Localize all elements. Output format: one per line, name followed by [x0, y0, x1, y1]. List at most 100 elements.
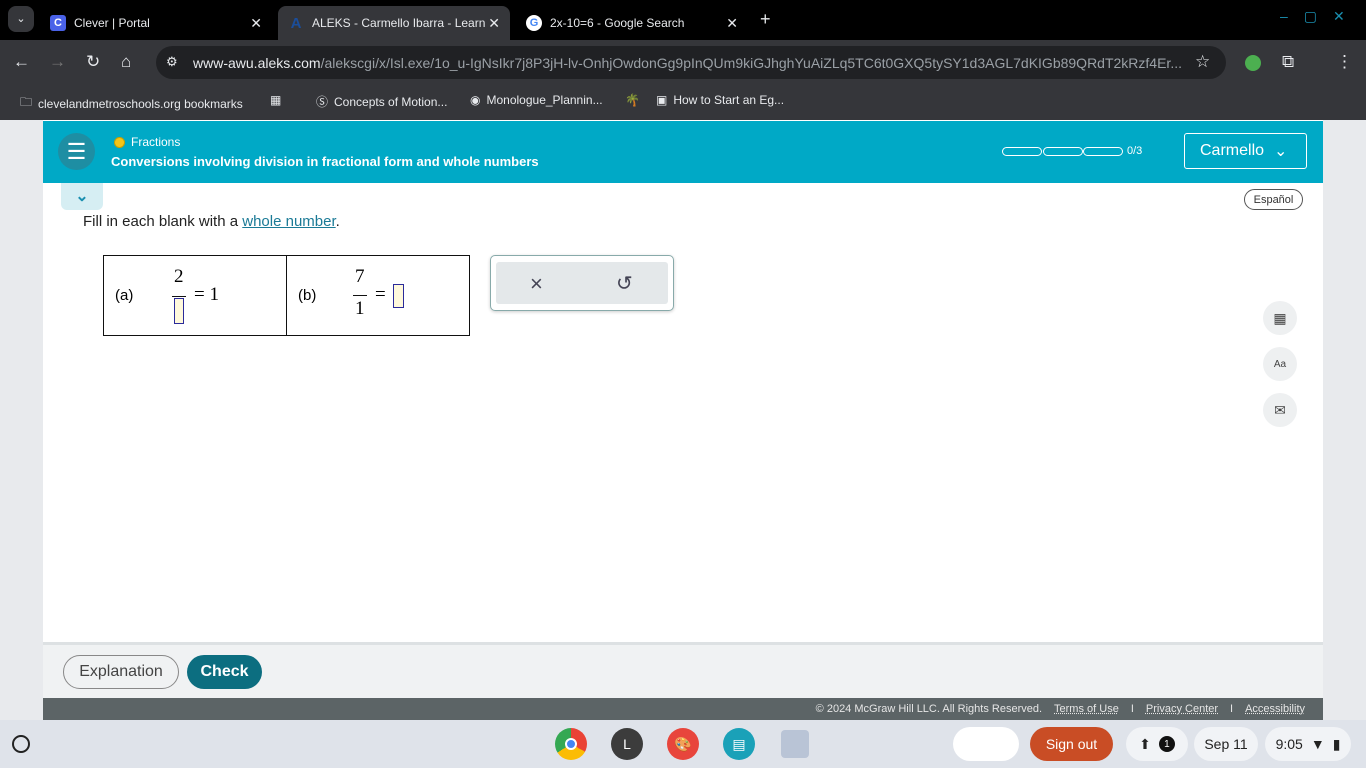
bookmark-folder[interactable]: 🗀 clevelandmetroschools.org bookmarks — [20, 93, 243, 114]
tote-thumbnails[interactable] — [953, 727, 1019, 761]
forward-icon[interactable]: → — [49, 52, 66, 72]
user-name: Carmello — [1200, 142, 1265, 159]
launcher-icon[interactable] — [12, 735, 30, 753]
problem-b: (b) 7 1 = — [286, 256, 469, 335]
site-info-icon[interactable]: ⚙ — [166, 54, 178, 70]
home-icon[interactable]: ⌂ — [121, 52, 131, 72]
app-cube-icon[interactable] — [781, 730, 809, 758]
chevron-down-icon: ⌄ — [1274, 143, 1288, 160]
bookmark-monologue[interactable]: ◉ Monologue_Plannin... — [470, 93, 603, 107]
classroom-icon[interactable]: ▤ — [723, 728, 755, 760]
topic-name: Fractions — [131, 135, 181, 149]
progress-segment — [1083, 147, 1123, 156]
paint-icon[interactable]: 🎨 — [667, 728, 699, 760]
bookmark-how-to[interactable]: ▣ How to Start an Eg... — [656, 93, 784, 107]
instruction: Fill in each blank with a whole number. — [83, 213, 340, 230]
bookmark-concepts[interactable]: Ⓢ Concepts of Motion... — [316, 93, 447, 110]
tab-title: Clever | Portal — [74, 16, 150, 30]
extensions-puzzle-icon[interactable]: ⧉ — [1282, 52, 1294, 72]
more-menu-icon[interactable]: ⋮ — [1336, 52, 1353, 72]
equation-rhs: = — [375, 284, 386, 305]
new-tab-button[interactable]: + — [760, 9, 771, 30]
aleks-icon: A — [290, 14, 302, 32]
s-icon: Ⓢ — [316, 95, 329, 109]
clever-icon: C — [50, 15, 66, 31]
close-tab-icon[interactable]: ✕ — [726, 15, 738, 32]
dictionary-icon[interactable]: Aa — [1263, 347, 1297, 381]
bookmark-label: Monologue_Plannin... — [486, 93, 603, 107]
back-icon[interactable]: ← — [13, 52, 30, 72]
apps-icon[interactable]: ▦ — [270, 93, 281, 107]
equation-rhs: = 1 — [194, 284, 219, 305]
undo-button[interactable]: ↺ — [616, 271, 633, 296]
clock: 9:05 — [1275, 736, 1303, 752]
tab-search-button[interactable]: ⌄ — [8, 6, 34, 32]
fraction-bar — [172, 296, 186, 297]
address-bar[interactable]: www-awu.aleks.com/alekscgi/x/Isl.exe/1o_… — [156, 46, 1226, 79]
privacy-link[interactable]: Privacy Center — [1146, 703, 1218, 715]
hamburger-menu-button[interactable]: ☰ — [58, 133, 95, 170]
explanation-button[interactable]: Explanation — [63, 655, 179, 689]
bookmark-star-icon[interactable]: ☆ — [1195, 52, 1210, 72]
problem-a: (a) 2 = 1 — [104, 256, 286, 335]
tab-title: ALEKS - Carmello Ibarra - Learn — [312, 16, 486, 30]
chrome-icon[interactable] — [555, 728, 587, 760]
folder-icon: 🗀 — [20, 95, 33, 109]
url-path: /alekscgi/x/Isl.exe/1o_u-IgNsIkr7j8P3jH-… — [320, 54, 1182, 71]
wifi-icon: ▼ — [1310, 736, 1325, 752]
bookmark-label: clevelandmetroschools.org bookmarks — [38, 96, 243, 111]
aleks-app — [43, 120, 1323, 720]
date-pill[interactable]: Sep 11 — [1194, 727, 1258, 761]
bookmark-label: Concepts of Motion... — [334, 94, 448, 109]
progress-segment — [1002, 147, 1042, 156]
clear-button[interactable]: × — [530, 271, 543, 297]
numerator: 7 — [355, 266, 365, 287]
upload-icon: ⬆ — [1139, 735, 1151, 752]
notifications-pill[interactable]: ⬆ 1 — [1126, 727, 1188, 761]
user-menu-button[interactable]: Carmello ⌄ — [1184, 133, 1307, 169]
tab-aleks[interactable]: A ALEKS - Carmello Ibarra - Learn ✕ — [278, 6, 510, 40]
check-button[interactable]: Check — [187, 655, 262, 689]
sign-out-button[interactable]: Sign out — [1030, 727, 1113, 761]
separator: I — [1130, 703, 1134, 715]
instruction-suffix: . — [335, 213, 340, 230]
status-tray[interactable]: 9:05 ▼ ▮ — [1265, 727, 1351, 761]
problem-label: (b) — [298, 287, 317, 304]
close-tab-icon[interactable]: ✕ — [488, 15, 500, 32]
reload-icon[interactable]: ↻ — [86, 52, 100, 72]
calculator-icon[interactable]: ▦ — [1263, 301, 1297, 335]
copyright: © 2024 McGraw Hill LLC. All Rights Reser… — [815, 703, 1043, 715]
bookmark-page-icon: ▣ — [656, 93, 668, 107]
tab-strip: ⌄ C Clever | Portal ✕ A ALEKS - Carmello Ib… — [0, 0, 1366, 40]
close-tab-icon[interactable]: ✕ — [250, 15, 262, 32]
tab-clever[interactable]: C Clever | Portal ✕ — [40, 6, 272, 40]
progress-count: 0/3 — [1127, 145, 1143, 157]
whole-number-link[interactable]: whole number — [242, 213, 335, 230]
terms-link[interactable]: Terms of Use — [1054, 703, 1119, 715]
palm-tree-icon[interactable]: 🌴 — [625, 93, 640, 107]
espanol-button[interactable]: Español — [1244, 189, 1303, 210]
bookmarks-bar: 🗀 clevelandmetroschools.org bookmarks ▦ Ⓢ… — [0, 84, 1366, 120]
numerator: 2 — [174, 266, 184, 287]
bookmark-label: How to Start an Eg... — [673, 93, 785, 107]
notification-count: 1 — [1158, 736, 1175, 752]
progress-segment — [1043, 147, 1083, 156]
denominator-input[interactable] — [174, 298, 184, 324]
separator: I — [1230, 703, 1234, 715]
app-l-icon[interactable]: L — [611, 728, 643, 760]
footer: © 2024 McGraw Hill LLC. All Rights Reser… — [43, 698, 1323, 720]
problem-table: (a) 2 = 1 (b) 7 1 = — [103, 255, 470, 336]
problem-label: (a) — [115, 287, 134, 304]
answer-input[interactable] — [393, 284, 404, 308]
extension-icon[interactable] — [1245, 55, 1261, 71]
window-controls[interactable]: –▢✕ — [1280, 8, 1361, 25]
mail-icon[interactable]: ✉ — [1263, 393, 1297, 427]
page-title: Conversions involving division in fracti… — [111, 154, 539, 169]
tab-google[interactable]: G 2x-10=6 - Google Search ✕ — [516, 6, 748, 40]
keypad-inner: × ↺ — [496, 262, 668, 304]
collapse-chevron-button[interactable]: ⌄ — [61, 183, 103, 210]
topic-status-dot — [114, 137, 125, 148]
url-host: www-awu.aleks.com — [193, 54, 321, 71]
instruction-text: Fill in each blank with a — [83, 213, 243, 230]
accessibility-link[interactable]: Accessibility — [1245, 703, 1305, 715]
